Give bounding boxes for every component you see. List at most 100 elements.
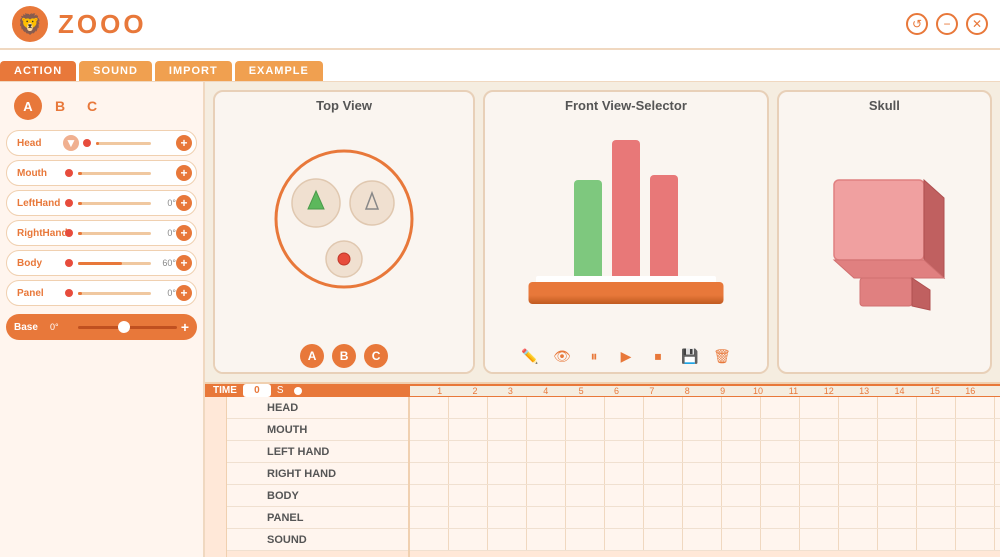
track-head2	[410, 551, 1000, 557]
head-label: Head	[11, 138, 63, 149]
lefthand-label: LeftHand	[11, 198, 63, 209]
tl-panel: PANEL	[227, 507, 408, 529]
track-sound	[410, 529, 1000, 551]
app-title: ZOOO	[58, 9, 147, 40]
pencil-tool-button[interactable]: ✏️	[518, 344, 542, 368]
mouth-plus-button[interactable]: +	[176, 165, 192, 181]
time-unit: S	[277, 385, 284, 396]
timeline-header: TIME 0 S 1 2 3 4 5 6 7 8 9	[205, 384, 1000, 397]
body-slider[interactable]	[78, 262, 151, 265]
window-controls: ↺ − ✕	[906, 13, 988, 35]
minimize-button[interactable]: −	[936, 13, 958, 35]
ruler-12: 12	[811, 386, 846, 396]
ruler-13: 13	[847, 386, 882, 396]
righthand-dot	[65, 229, 73, 237]
mouth-slider[interactable]	[78, 172, 151, 175]
timeline-body: D HEAD MOUTH LEFT HAND RIGHT HAND BODY P…	[205, 397, 1000, 557]
head-slider[interactable]	[96, 142, 151, 145]
abc-button-b[interactable]: B	[46, 92, 74, 120]
time-label: TIME	[213, 385, 237, 396]
righthand-slider[interactable]	[78, 232, 151, 235]
top-view-panel: Top View	[213, 90, 475, 374]
mouth-indicator	[338, 253, 350, 265]
top-view-btn-a[interactable]: A	[300, 344, 324, 368]
bar-red-short	[650, 175, 678, 280]
base-slider-thumb	[118, 321, 130, 333]
abc-button-c[interactable]: C	[78, 92, 106, 120]
skull-svg	[814, 170, 954, 320]
toolbar: ACTION SOUND IMPORT EXAMPLE	[0, 50, 1000, 82]
timeline: TIME 0 S 1 2 3 4 5 6 7 8 9	[205, 382, 1000, 557]
ruler-1: 1	[422, 386, 457, 396]
top-view-btn-b[interactable]: B	[332, 344, 356, 368]
ruler-6: 6	[599, 386, 634, 396]
front-view-bottom: ✏️ 👁 ⏸ ▶ ⏹ 💾 🗑	[485, 340, 767, 372]
skull-panel: Skull	[777, 90, 992, 374]
top-view-title: Top View	[316, 92, 372, 117]
body-label: Body	[11, 258, 63, 269]
ruler-3: 3	[493, 386, 528, 396]
bar-red-tall	[612, 140, 640, 280]
panel-label: Panel	[11, 288, 63, 299]
trash-tool-button[interactable]: 🗑	[710, 344, 734, 368]
head-down-button[interactable]: ▼	[63, 135, 79, 151]
control-mouth: Mouth +	[6, 160, 197, 186]
timeline-ruler: 1 2 3 4 5 6 7 8 9 10 11 12 13 14	[410, 386, 1000, 396]
base-plus-button[interactable]: +	[181, 319, 189, 335]
tl-head2: HEAD	[227, 551, 408, 557]
ruler-4: 4	[528, 386, 563, 396]
front-view-title: Front View-Selector	[565, 92, 687, 117]
time-indicator-dot	[294, 387, 302, 395]
lefthand-dot	[65, 199, 73, 207]
control-head: Head ▼ +	[6, 130, 197, 156]
ruler-15: 15	[917, 386, 952, 396]
abc-button-a[interactable]: A	[14, 92, 42, 120]
head-plus-button[interactable]: +	[176, 135, 192, 151]
bar-green	[574, 180, 602, 280]
lefthand-slider[interactable]	[78, 202, 151, 205]
front-base	[528, 282, 723, 304]
ruler-2: 2	[457, 386, 492, 396]
tl-sound: SOUND	[227, 529, 408, 551]
righthand-value: 0°	[154, 228, 176, 238]
tab-import[interactable]: IMPORT	[155, 61, 232, 81]
top-view-btn-c[interactable]: C	[364, 344, 388, 368]
track-lefthand	[410, 441, 1000, 463]
body-plus-button[interactable]: +	[176, 255, 192, 271]
panel-dot	[65, 289, 73, 297]
righthand-plus-button[interactable]: +	[176, 225, 192, 241]
timeline-tracks[interactable]	[410, 397, 1000, 557]
front-view-panel: Front View-Selector ✏️ 👁 ⏸ ▶ ⏹ 💾 🗑	[483, 90, 769, 374]
tl-body: BODY	[227, 485, 408, 507]
tab-sound[interactable]: SOUND	[79, 61, 152, 81]
top-view-canvas	[215, 117, 473, 340]
base-control: Base 0° +	[6, 314, 197, 340]
logo-icon: 🦁	[12, 6, 48, 42]
control-body: Body 60° +	[6, 250, 197, 276]
panel-plus-button[interactable]: +	[176, 285, 192, 301]
mouth-dot	[65, 169, 73, 177]
base-slider[interactable]	[78, 326, 177, 329]
eye-tool-button[interactable]: 👁	[550, 344, 574, 368]
refresh-button[interactable]: ↺	[906, 13, 928, 35]
tab-example[interactable]: EXAMPLE	[235, 61, 323, 81]
base-value: 0°	[50, 322, 74, 332]
play-tool-button[interactable]: ▶	[614, 344, 638, 368]
lefthand-plus-button[interactable]: +	[176, 195, 192, 211]
stop-tool-button[interactable]: ⏹	[646, 344, 670, 368]
save-tool-button[interactable]: 💾	[678, 344, 702, 368]
ruler-8: 8	[670, 386, 705, 396]
body-dot	[65, 259, 73, 267]
tab-action[interactable]: ACTION	[0, 61, 76, 81]
panel-slider[interactable]	[78, 292, 151, 295]
ruler-5: 5	[564, 386, 599, 396]
right-content: Top View	[205, 82, 1000, 557]
pause-tool-button[interactable]: ⏸	[582, 344, 606, 368]
tl-mouth: MOUTH	[227, 419, 408, 441]
close-button[interactable]: ✕	[966, 13, 988, 35]
track-body	[410, 485, 1000, 507]
tl-head: HEAD	[227, 397, 408, 419]
panel-value: 0°	[154, 288, 176, 298]
ruler-16: 16	[953, 386, 988, 396]
time-value: 0	[243, 384, 271, 397]
